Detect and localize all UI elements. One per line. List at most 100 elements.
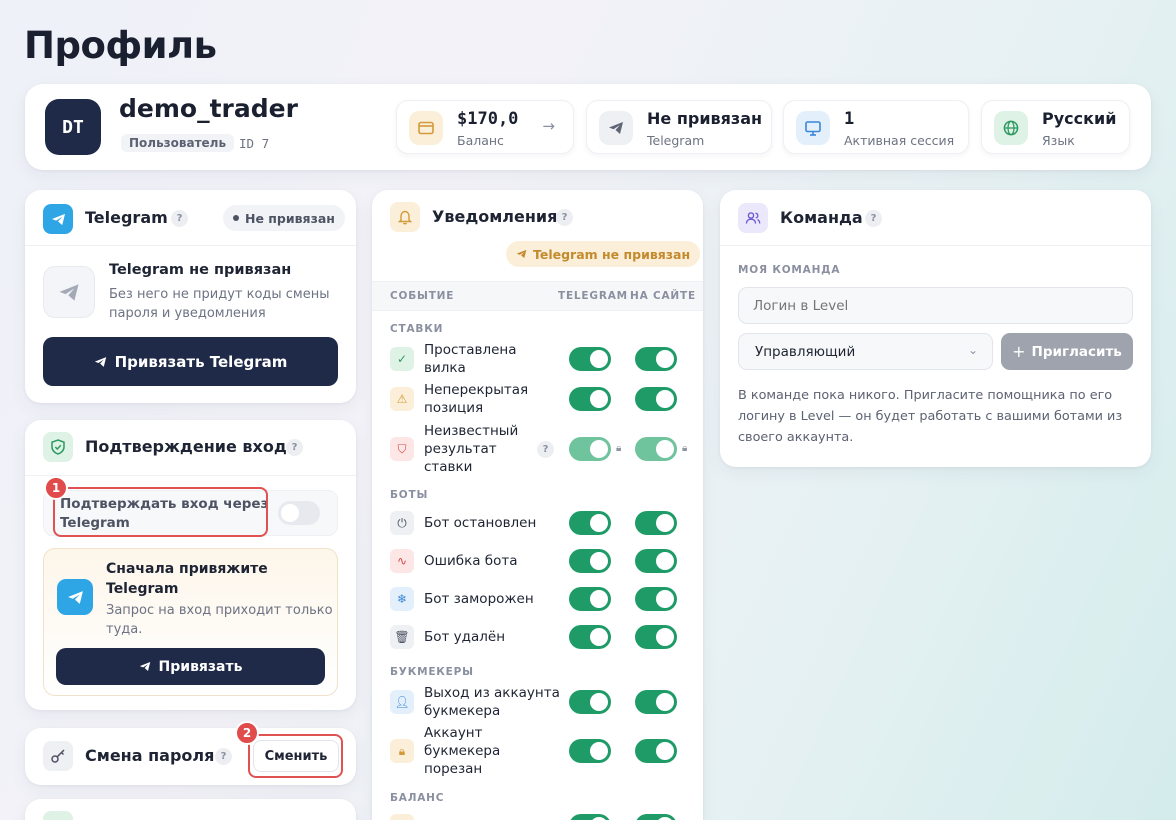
team-icon xyxy=(738,203,768,233)
balance-row-icon xyxy=(390,814,414,820)
step-badge-2: 2 xyxy=(235,721,259,745)
telegram-send-icon xyxy=(94,356,106,367)
settings-item-icon xyxy=(43,811,73,820)
site-toggle[interactable] xyxy=(635,587,677,611)
telegram-toggle[interactable] xyxy=(569,549,611,573)
telegram-brand-icon xyxy=(57,579,93,615)
highlight-outline-2 xyxy=(248,734,343,778)
telegram-unlinked-text: Telegram не привязан xyxy=(533,246,691,262)
site-toggle[interactable] xyxy=(635,739,677,763)
team-info-1: В команде пока никого. Пригласите помощн… xyxy=(738,388,1113,403)
telegram-help-icon[interactable]: ? xyxy=(171,210,188,227)
site-toggle[interactable] xyxy=(635,690,677,714)
telegram-toggle[interactable] xyxy=(569,625,611,649)
telegram-status-text: Не привязан xyxy=(245,210,335,226)
notification-label: Бот удалён xyxy=(424,629,506,645)
telegram-toggle[interactable] xyxy=(569,739,611,763)
site-toggle[interactable] xyxy=(635,625,677,649)
site-toggle[interactable] xyxy=(635,814,677,820)
wallet-icon xyxy=(409,111,443,145)
site-toggle[interactable] xyxy=(635,511,677,535)
telegram-status-badge: Не привязан xyxy=(223,205,345,231)
login-confirm-title: Подтверждение входа xyxy=(85,437,298,456)
avatar: DT xyxy=(45,99,101,155)
team-role-select[interactable]: Управляющий ⌄ xyxy=(738,333,993,370)
telegram-send-icon xyxy=(516,249,527,259)
language-value: Русский xyxy=(1042,109,1117,128)
notifications-help-icon[interactable]: ? xyxy=(556,209,573,226)
section-bets: СТАВКИ xyxy=(390,323,444,335)
monitor-icon xyxy=(796,111,830,145)
notification-label: букмекера xyxy=(424,743,501,759)
balance-value: $170,0 xyxy=(457,109,519,129)
pulse-icon: ∿ xyxy=(390,549,414,573)
telegram-toggle[interactable] xyxy=(569,387,611,411)
login-confirm-card: Подтверждение входа ? Подтверждать вход … xyxy=(25,420,356,710)
telegram-unlinked-badge: Telegram не привязан xyxy=(506,241,701,267)
site-toggle[interactable] xyxy=(635,387,677,411)
col-event: СОБЫТИЕ xyxy=(390,290,455,302)
login-confirm-help-icon[interactable]: ? xyxy=(286,439,303,456)
notifications-card: Уведомления ? Telegram не привязан СОБЫТ… xyxy=(372,190,703,820)
notification-label: Выход из аккаунта xyxy=(424,685,560,701)
telegram-toggle[interactable] xyxy=(569,347,611,371)
team-role-value: Управляющий xyxy=(755,344,856,360)
bell-icon xyxy=(390,202,420,232)
telegram-desc-2: пароля и уведомления xyxy=(109,306,266,321)
link-telegram-button[interactable]: Привязать Telegram xyxy=(43,337,338,386)
telegram-stat-card[interactable]: Не привязан Telegram xyxy=(586,100,772,154)
telegram-toggle[interactable] xyxy=(569,511,611,535)
invite-button[interactable]: + Пригласить xyxy=(1001,333,1133,370)
password-title: Смена пароля xyxy=(85,746,215,765)
notification-label: Бот заморожен xyxy=(424,591,534,607)
warning-icon: ⚠ xyxy=(390,387,414,411)
language-card[interactable]: Русский Язык xyxy=(981,100,1130,154)
trash-icon: 🗑︎ xyxy=(390,625,414,649)
check-icon: ✓ xyxy=(390,347,414,371)
telegram-toggle[interactable] xyxy=(569,587,611,611)
site-toggle[interactable] xyxy=(635,347,677,371)
team-login-input[interactable] xyxy=(738,287,1133,324)
col-site: НА САЙТЕ xyxy=(630,290,696,302)
bind-notice-title-2: Telegram xyxy=(106,581,179,597)
bind-notice-desc-1: Запрос на вход приходит только xyxy=(106,603,333,618)
section-balance: БАЛАНС xyxy=(390,792,445,804)
telegram-toggle[interactable] xyxy=(569,690,611,714)
bind-notice-title-1: Сначала привяжите xyxy=(106,561,268,577)
sessions-value: 1 xyxy=(844,109,855,129)
team-help-icon[interactable]: ? xyxy=(865,210,882,227)
notification-label: результат xyxy=(424,441,497,457)
language-label: Язык xyxy=(1042,133,1075,148)
balance-card[interactable]: $170,0 Баланс → xyxy=(396,100,574,154)
notification-label: Проставлена xyxy=(424,342,517,358)
site-toggle[interactable] xyxy=(635,549,677,573)
telegram-stat-value: Не привязан xyxy=(647,109,763,128)
bind-button-label: Привязать xyxy=(158,658,243,675)
site-toggle[interactable] xyxy=(635,437,677,461)
telegram-card-title: Telegram xyxy=(85,208,168,227)
login-confirm-toggle[interactable] xyxy=(278,501,320,525)
role-badge: Пользователь xyxy=(121,134,235,152)
key-icon xyxy=(43,741,73,771)
telegram-toggle[interactable] xyxy=(569,814,611,820)
password-help-icon[interactable]: ? xyxy=(215,748,232,765)
notification-label: букмекера xyxy=(424,703,501,719)
telegram-stat-label: Telegram xyxy=(647,133,705,148)
team-title: Команда xyxy=(780,208,863,227)
bind-button[interactable]: Привязать xyxy=(56,648,325,685)
status-dot-icon xyxy=(233,215,239,221)
telegram-card: Telegram ? Не привязан Telegram не привя… xyxy=(25,190,356,403)
telegram-desc-1: Без него не придут коды смены xyxy=(109,287,330,302)
user-icon: 👤︎ xyxy=(390,690,414,714)
notification-label: Аккаунт xyxy=(424,725,483,741)
notification-label: Ошибка бота xyxy=(424,553,518,569)
highlight-outline-1 xyxy=(53,487,268,537)
sessions-card[interactable]: 1 Активная сессия xyxy=(783,100,969,154)
telegram-send-icon xyxy=(139,662,150,671)
row-help-icon[interactable]: ? xyxy=(537,441,554,458)
globe-icon xyxy=(994,111,1028,145)
user-id: ID 7 xyxy=(239,136,270,151)
link-telegram-label: Привязать Telegram xyxy=(114,352,288,371)
notification-label: вилка xyxy=(424,360,466,376)
telegram-toggle[interactable] xyxy=(569,437,611,461)
